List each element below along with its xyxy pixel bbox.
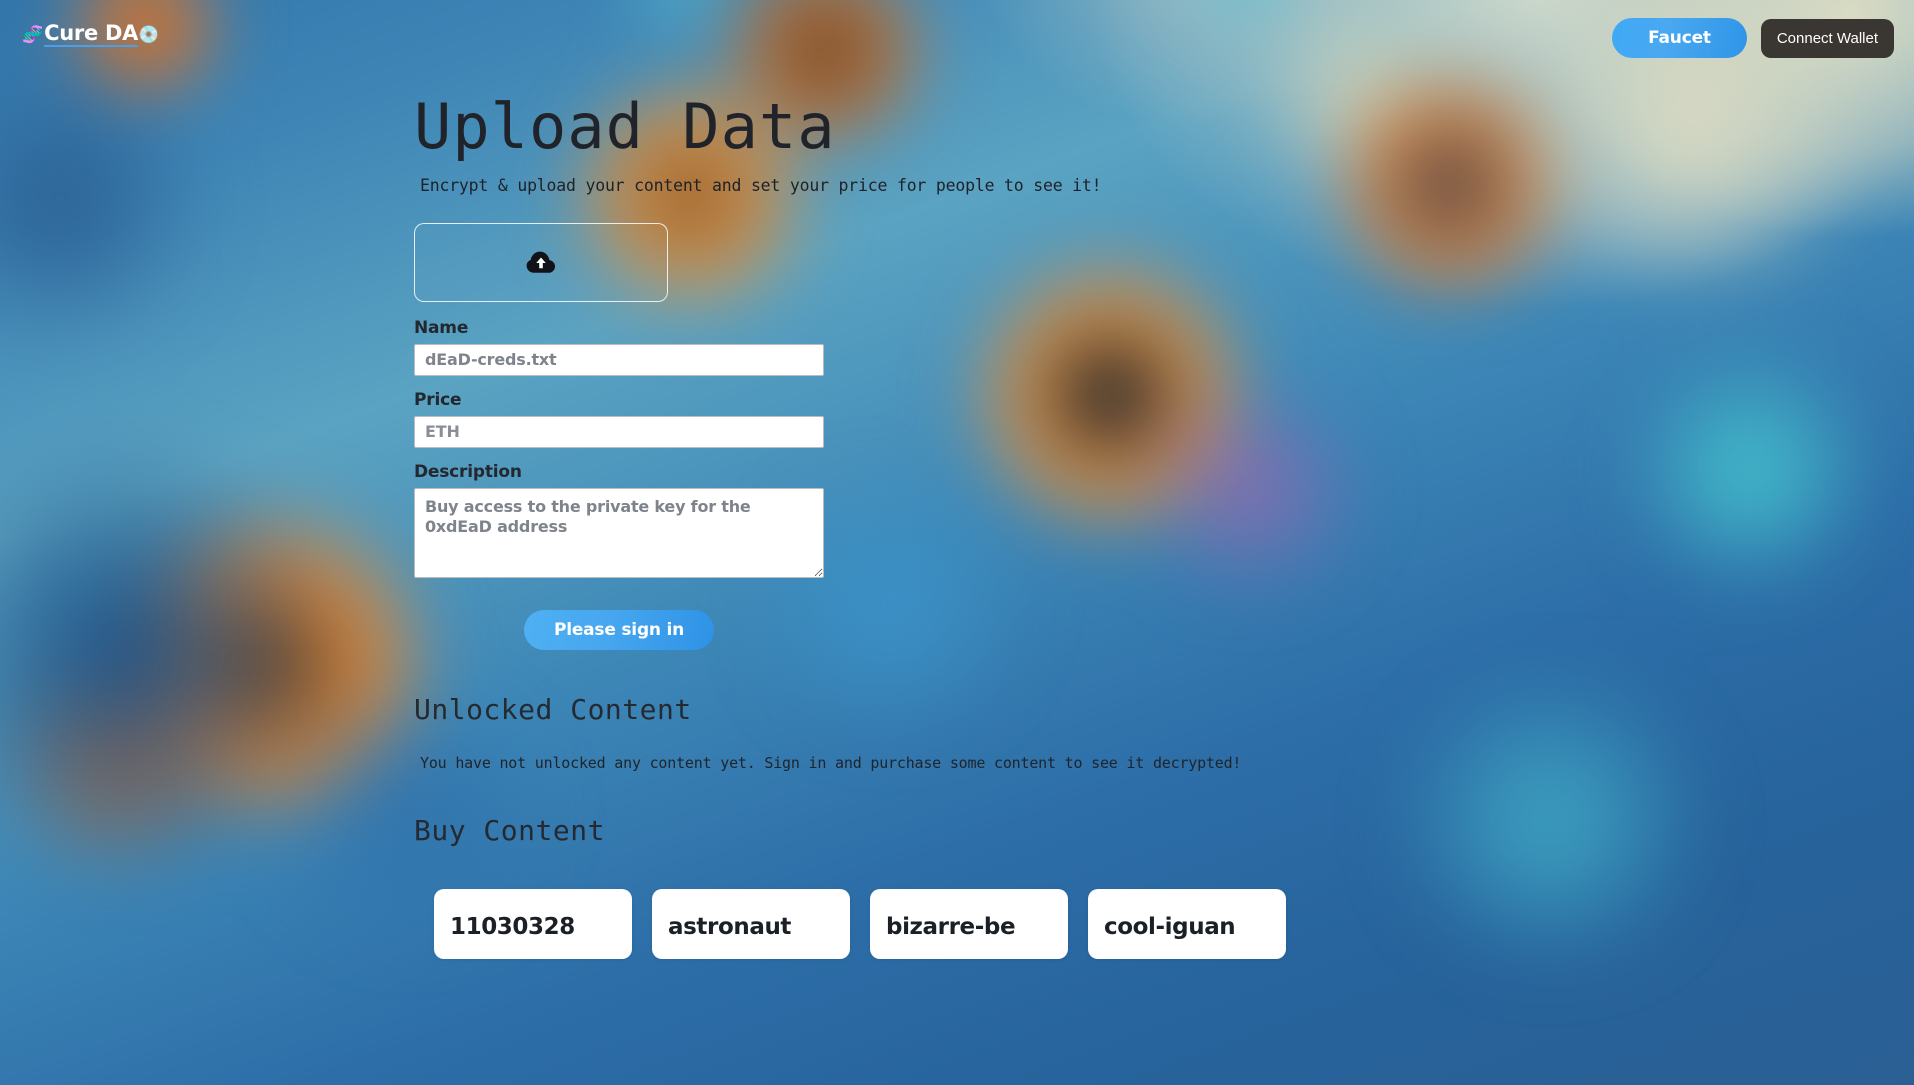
site-header: 🧬 Cure DA 💿 Faucet Connect Wallet — [0, 0, 1914, 74]
price-input[interactable] — [414, 415, 824, 448]
unlocked-content-heading: Unlocked Content — [414, 692, 692, 726]
price-label: Price — [414, 389, 462, 410]
description-label: Description — [414, 461, 522, 482]
table-row[interactable]: 11030328 — [434, 888, 632, 959]
faucet-button[interactable]: Faucet — [1612, 18, 1747, 58]
name-input[interactable] — [414, 343, 824, 376]
brand-name: Cure DA — [44, 22, 138, 48]
optical-disc-icon: 💿 — [138, 25, 160, 45]
page-title: Upload Data — [414, 90, 836, 163]
unlocked-content-empty-message: You have not unlocked any content yet. S… — [420, 753, 1242, 772]
content-card-title: astronaut — [668, 914, 792, 940]
page-subtitle: Encrypt & upload your content and set yo… — [420, 176, 1102, 195]
buy-content-heading: Buy Content — [414, 813, 605, 847]
table-row[interactable]: astronaut — [652, 888, 850, 959]
table-row[interactable]: cool-iguan — [1088, 888, 1286, 959]
name-label: Name — [414, 317, 469, 338]
content-card-list: 11030328 astronaut bizarre-be cool-iguan — [414, 888, 1914, 959]
cloud-upload-icon — [526, 250, 556, 274]
main-content: Upload Data Encrypt & upload your conten… — [0, 0, 1914, 959]
connect-wallet-button[interactable]: Connect Wallet — [1760, 18, 1894, 58]
file-dropzone[interactable] — [414, 222, 668, 302]
header-actions: Faucet Connect Wallet — [1612, 18, 1894, 58]
content-card-title: cool-iguan — [1104, 914, 1236, 940]
content-card-title: bizarre-be — [886, 914, 1016, 940]
content-card-title: 11030328 — [450, 914, 575, 940]
please-sign-in-button[interactable]: Please sign in — [523, 609, 715, 650]
brand-logo[interactable]: 🧬 Cure DA 💿 — [22, 22, 160, 48]
description-textarea[interactable] — [414, 487, 824, 578]
submit-row: Please sign in — [414, 609, 824, 650]
table-row[interactable]: bizarre-be — [870, 888, 1068, 959]
upload-form: Name Price Description Please sign in — [414, 318, 1914, 650]
dna-icon: 🧬 — [22, 25, 44, 45]
